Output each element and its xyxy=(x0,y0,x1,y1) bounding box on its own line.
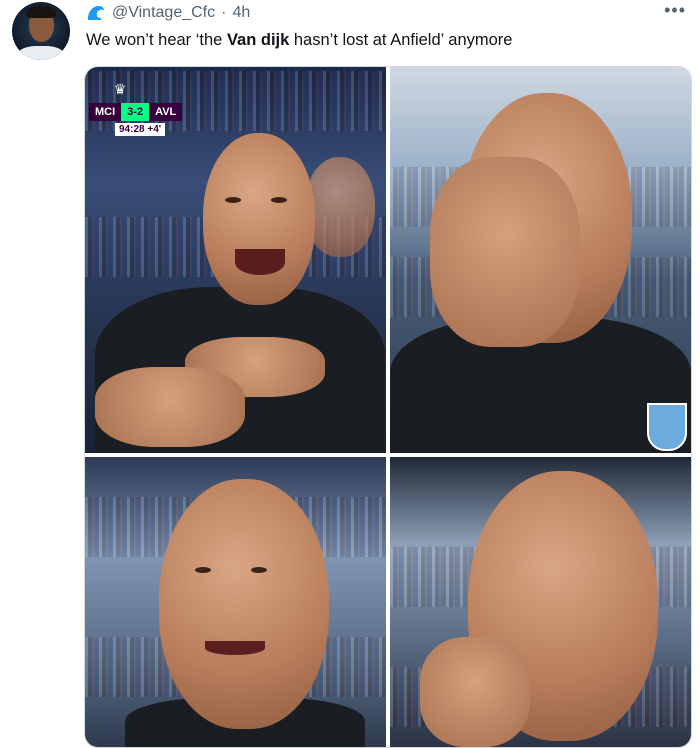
person-head xyxy=(159,479,329,729)
photo-wiping-eye[interactable] xyxy=(390,457,691,747)
club-badge xyxy=(647,403,687,451)
photo-celebrating[interactable]: ♛ MCI 3-2 AVL 94:28 +4' xyxy=(85,67,386,453)
media-grid: ♛ MCI 3-2 AVL 94:28 +4' xyxy=(84,66,692,748)
hand xyxy=(420,637,530,747)
photo-teary[interactable] xyxy=(85,457,386,747)
premier-league-lion-icon: ♛ xyxy=(113,81,127,97)
eye xyxy=(225,197,241,203)
match-clock: 94:28 +4' xyxy=(115,123,166,136)
user-handle[interactable]: @Vintage_Cfc xyxy=(112,4,215,22)
tweet-text-content: We won’t hear ‘the Van dijk hasn’t lost … xyxy=(86,31,513,49)
person-head xyxy=(305,157,375,257)
away-team: AVL xyxy=(149,103,183,121)
tweet-time[interactable]: 4h xyxy=(232,4,250,22)
more-icon[interactable]: ••• xyxy=(664,0,686,21)
avatar-hair xyxy=(27,6,56,18)
mouth xyxy=(205,641,265,655)
score: 3-2 xyxy=(121,103,150,121)
eye xyxy=(271,197,287,203)
hand xyxy=(95,367,245,447)
tweet-text: We won’t hear ‘the Van dijk hasn’t lost … xyxy=(86,31,512,50)
wave-icon xyxy=(88,6,104,20)
tweet-header: @Vintage_Cfc · 4h xyxy=(86,2,250,24)
mouth xyxy=(235,249,285,275)
eye xyxy=(195,567,211,573)
scorebug: MCI 3-2 AVL xyxy=(89,103,183,121)
separator-dot: · xyxy=(221,4,227,21)
crowd xyxy=(85,71,386,131)
person-head xyxy=(203,133,315,305)
home-team: MCI xyxy=(89,103,122,121)
eye xyxy=(251,567,267,573)
photo-face-in-hand[interactable] xyxy=(390,67,691,453)
avatar-shirt xyxy=(18,46,64,60)
hand xyxy=(430,157,580,347)
highlighted-text: Van dijk xyxy=(226,31,290,49)
avatar[interactable] xyxy=(12,2,70,60)
